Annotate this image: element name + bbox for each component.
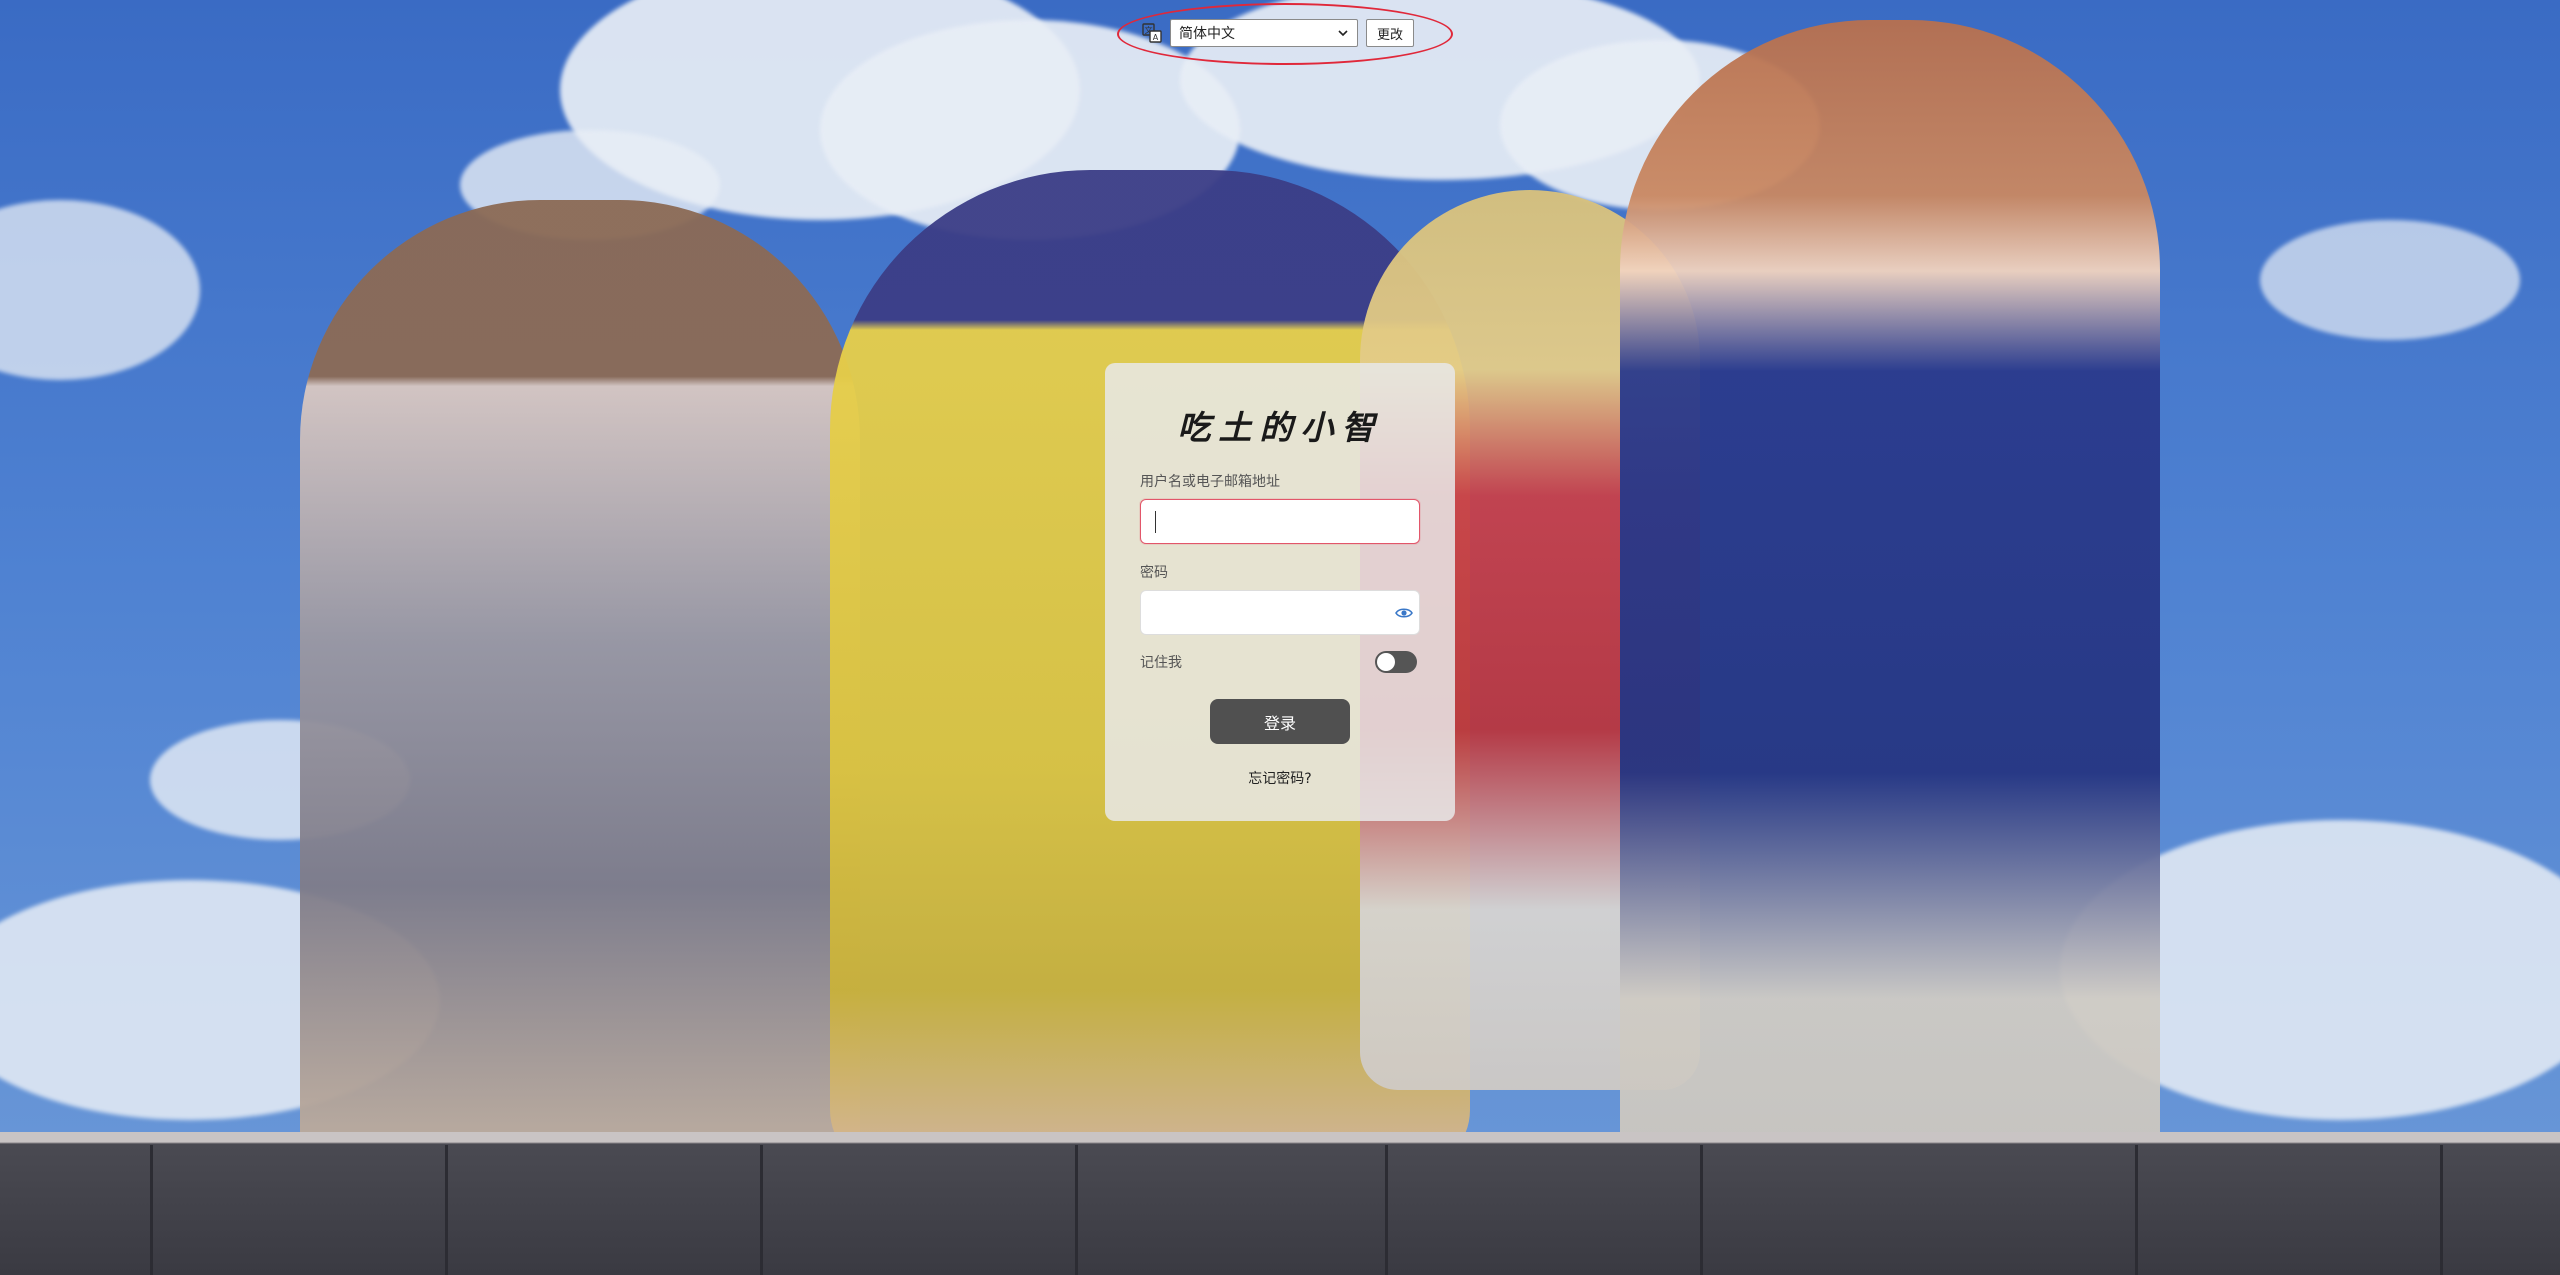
eye-icon[interactable]	[1395, 605, 1413, 621]
login-card: 吃土的小智 用户名或电子邮箱地址 密码 记住我 登录 忘记密码?	[1105, 363, 1455, 821]
translate-icon: 文 A	[1142, 23, 1162, 43]
wall-seam	[150, 1145, 153, 1275]
language-switcher: 文 A 简体中文 更改	[1142, 18, 1415, 48]
change-language-button[interactable]: 更改	[1366, 19, 1415, 47]
wall-seam	[1075, 1145, 1078, 1275]
site-title: 吃土的小智	[1177, 408, 1383, 447]
chevron-down-icon	[1338, 30, 1348, 37]
remember-me-toggle[interactable]	[1375, 651, 1417, 673]
character-left	[300, 200, 860, 1180]
login-button[interactable]: 登录	[1210, 699, 1350, 744]
username-label: 用户名或电子邮箱地址	[1140, 474, 1280, 490]
wall-seam	[1385, 1145, 1388, 1275]
remember-me-label: 记住我	[1140, 655, 1182, 671]
toggle-knob	[1377, 653, 1395, 671]
language-select[interactable]: 简体中文	[1170, 19, 1358, 47]
language-select-value: 简体中文	[1179, 26, 1235, 42]
password-input[interactable]	[1140, 590, 1420, 635]
svg-text:A: A	[1153, 33, 1159, 42]
cloud	[2260, 220, 2520, 340]
wall-seam	[445, 1145, 448, 1275]
forgot-password-link[interactable]: 忘记密码?	[1140, 768, 1420, 788]
wall-seam	[1700, 1145, 1703, 1275]
wall-seam	[760, 1145, 763, 1275]
remember-me-row: 记住我	[1140, 651, 1420, 673]
text-caret	[1155, 510, 1156, 533]
username-input[interactable]	[1140, 499, 1420, 544]
password-label: 密码	[1140, 565, 1168, 581]
wall-seam	[2135, 1145, 2138, 1275]
character-blue-sweater	[1620, 20, 2160, 1275]
rooftop-wall	[0, 1132, 2560, 1275]
wall-seam	[2440, 1145, 2443, 1275]
